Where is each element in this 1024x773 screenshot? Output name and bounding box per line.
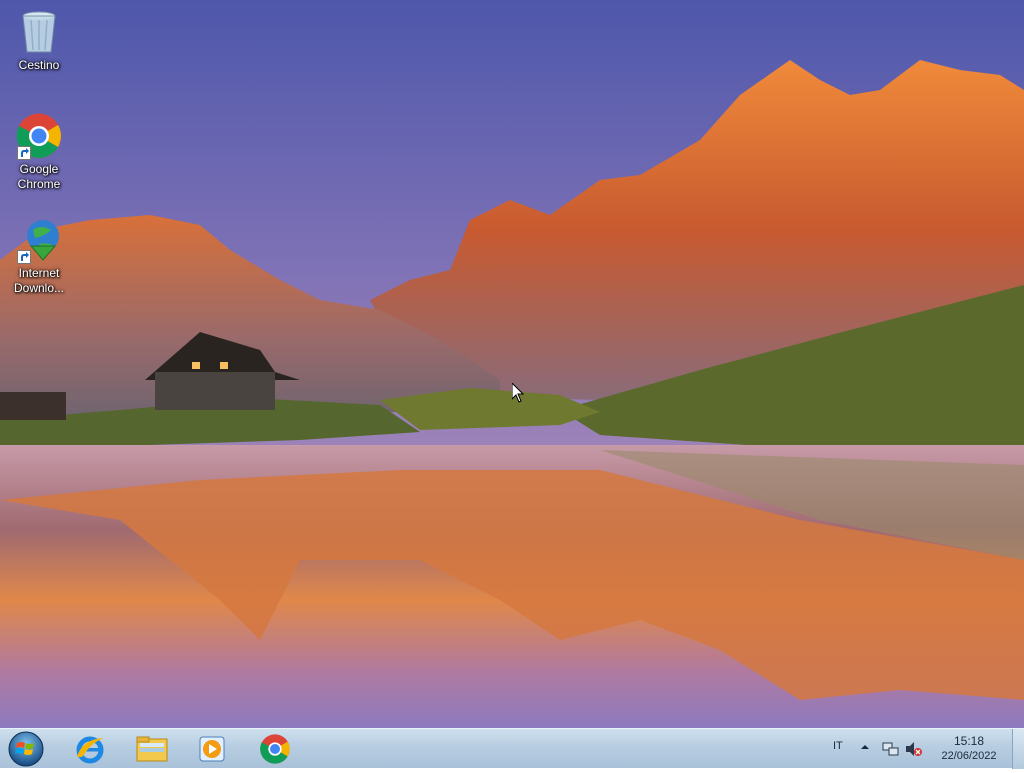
network-icon[interactable] — [882, 741, 900, 757]
desktop-icon-label: Internet Downlo... — [13, 266, 65, 295]
taskbar-media-player[interactable] — [185, 731, 239, 767]
language-indicator[interactable]: IT — [833, 740, 843, 752]
volume-muted-icon[interactable] — [905, 741, 923, 757]
mouse-cursor-icon — [512, 383, 524, 403]
clock-time: 15:18 — [953, 734, 985, 748]
chrome-icon — [260, 734, 290, 764]
desktop-wallpaper — [0, 0, 1024, 728]
windows-logo-icon — [8, 731, 44, 767]
taskbar-file-explorer[interactable] — [124, 731, 178, 767]
desktop-icon-internet-download-manager[interactable]: Internet Downlo... — [4, 216, 74, 296]
desktop-icon-google-chrome[interactable]: Google Chrome — [4, 112, 74, 192]
internet-download-manager-icon — [15, 216, 63, 264]
shortcut-arrow-icon — [17, 146, 31, 160]
taskbar-internet-explorer[interactable] — [63, 731, 117, 767]
start-button[interactable] — [6, 730, 46, 768]
internet-explorer-icon — [76, 736, 104, 764]
show-hidden-icons-icon[interactable] — [860, 742, 870, 752]
clock-date: 22/06/2022 — [941, 750, 997, 762]
chrome-icon — [15, 112, 63, 160]
file-explorer-icon — [136, 736, 168, 762]
recycle-bin-icon — [15, 8, 63, 56]
desktop-icon-recycle-bin[interactable]: Cestino — [4, 8, 74, 73]
shortcut-arrow-icon — [17, 250, 31, 264]
taskbar: IT 15:18 22/06/2022 — [0, 728, 1024, 769]
desktop-icon-label: Google Chrome — [17, 162, 61, 191]
show-desktop-button[interactable] — [1012, 729, 1024, 769]
system-clock[interactable]: 15:18 22/06/2022 — [930, 734, 1008, 764]
taskbar-chrome[interactable] — [248, 731, 302, 767]
media-player-icon — [199, 736, 225, 762]
desktop-icon-label: Cestino — [18, 58, 60, 72]
